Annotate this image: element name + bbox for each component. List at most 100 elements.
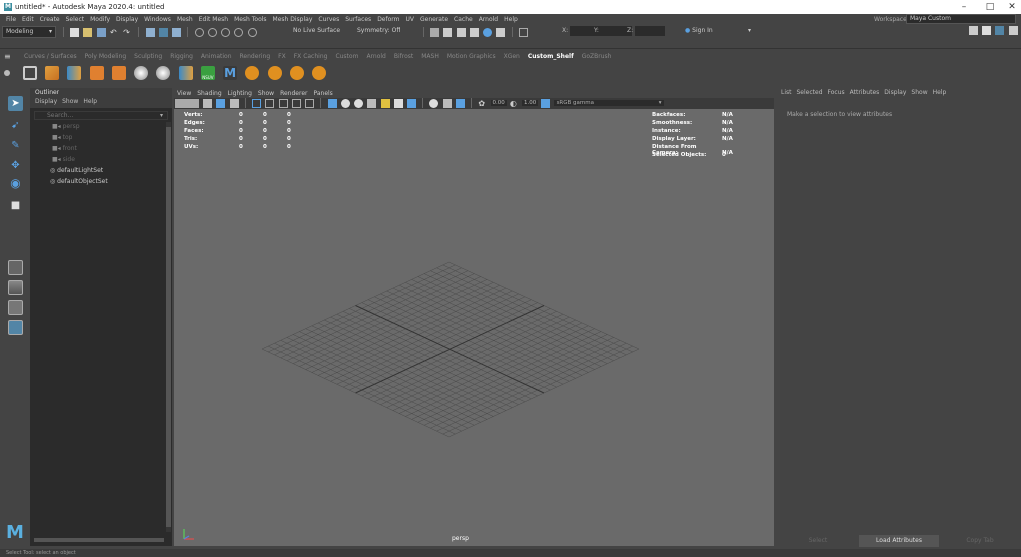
input-box-icon[interactable] xyxy=(518,27,528,37)
viewport-menu-view[interactable]: View xyxy=(174,88,194,98)
paint-select-icon[interactable]: ✎ xyxy=(8,138,23,153)
outliner-item-default-light-set[interactable]: ◎ defaultLightSet xyxy=(50,166,103,176)
xray-icon[interactable] xyxy=(429,98,439,108)
open-scene-icon[interactable] xyxy=(83,27,93,37)
single-perspective-layout-icon[interactable] xyxy=(8,260,23,275)
redo-icon[interactable]: ↷ xyxy=(123,28,132,37)
shelf-tab-sculpting[interactable]: Sculpting xyxy=(130,52,166,62)
shelf-menu-icon[interactable]: ≡ xyxy=(4,53,12,61)
mode-select[interactable]: Modeling ▾ xyxy=(2,26,56,38)
menu-mesh-tools[interactable]: Mesh Tools xyxy=(231,14,269,25)
shelf-tab-mash[interactable]: MASH xyxy=(417,52,443,62)
bevel-icon[interactable] xyxy=(45,66,60,80)
color-management-icon[interactable] xyxy=(541,98,551,108)
append-icon[interactable] xyxy=(111,66,126,80)
field-chart-icon[interactable] xyxy=(291,98,301,108)
isolate-select-icon[interactable] xyxy=(406,98,416,108)
outliner-menu-show[interactable]: Show xyxy=(62,98,83,105)
attr-menu-show[interactable]: Show xyxy=(911,89,932,96)
shelf-tab-custom[interactable]: Custom xyxy=(331,52,362,62)
image-plane-icon[interactable] xyxy=(216,98,226,108)
shelf-tab-rigging[interactable]: Rigging xyxy=(166,52,197,62)
smooth-icon[interactable] xyxy=(134,66,149,80)
outliner-scroll-thumb[interactable] xyxy=(166,127,171,527)
exposure-icon[interactable]: ✿ xyxy=(478,99,487,108)
modeling-toolkit-icon[interactable] xyxy=(969,26,978,35)
outliner-layout-icon[interactable] xyxy=(8,320,23,335)
move-tool-icon[interactable]: ✥ xyxy=(8,158,23,173)
wireframe-on-shaded-icon[interactable] xyxy=(354,98,364,108)
persp-outliner-layout-icon[interactable] xyxy=(8,300,23,315)
render-settings-icon[interactable] xyxy=(469,27,479,37)
attr-menu-focus[interactable]: Focus xyxy=(828,89,850,96)
outliner-menu-display[interactable]: Display xyxy=(35,98,62,105)
save-scene-icon[interactable] xyxy=(96,27,106,37)
shelf-tab-motion-graphics[interactable]: Motion Graphics xyxy=(443,52,500,62)
sphere-icon[interactable] xyxy=(267,66,282,80)
outliner-search-input[interactable]: Search... ▾ xyxy=(34,111,168,120)
menu-edit-mesh[interactable]: Edit Mesh xyxy=(196,14,231,25)
safe-action-icon[interactable] xyxy=(305,98,315,108)
outliner-item-side[interactable]: ■◂ side xyxy=(52,155,75,165)
torus-icon[interactable] xyxy=(289,66,304,80)
attr-menu-help[interactable]: Help xyxy=(933,89,947,96)
scale-tool-icon[interactable]: ■ xyxy=(8,198,23,213)
viewport-menu-renderer[interactable]: Renderer xyxy=(277,88,310,98)
lasso-tool-icon[interactable]: ➹ xyxy=(8,118,23,133)
grid-toggle-icon[interactable] xyxy=(229,98,239,108)
xray-joints-icon[interactable] xyxy=(442,98,452,108)
menu-modify[interactable]: Modify xyxy=(87,14,113,25)
menu-file[interactable]: File xyxy=(3,14,19,25)
cylinder-icon[interactable] xyxy=(245,66,260,80)
minimize-button[interactable]: – xyxy=(957,2,971,12)
attr-menu-display[interactable]: Display xyxy=(884,89,911,96)
snap-grid-icon[interactable] xyxy=(194,27,204,37)
extrude-icon[interactable] xyxy=(67,66,82,80)
bridge-icon[interactable] xyxy=(89,66,104,80)
menu-display[interactable]: Display xyxy=(113,14,141,25)
shelf-tab-gozbrush[interactable]: GoZBrush xyxy=(578,52,616,62)
viewport-menu-shading[interactable]: Shading xyxy=(194,88,224,98)
viewport-menu-show[interactable]: Show xyxy=(255,88,277,98)
character-controls-icon[interactable] xyxy=(982,26,992,35)
menu-help[interactable]: Help xyxy=(501,14,521,25)
snap-view-icon[interactable] xyxy=(234,27,244,37)
menu-mesh[interactable]: Mesh xyxy=(174,14,196,25)
menu-surfaces[interactable]: Surfaces xyxy=(342,14,374,25)
menu-create[interactable]: Create xyxy=(37,14,63,25)
outliner-item-persp[interactable]: ■◂ persp xyxy=(52,122,80,132)
history-icon[interactable] xyxy=(430,27,440,37)
menu-generate[interactable]: Generate xyxy=(417,14,451,25)
menu-curves[interactable]: Curves xyxy=(315,14,342,25)
shelf-tab-fx[interactable]: FX xyxy=(274,52,290,62)
outliner-item-front[interactable]: ■◂ front xyxy=(52,144,77,154)
shelf-tab-bifrost[interactable]: Bifrost xyxy=(390,52,417,62)
live-surface-label[interactable]: No Live Surface xyxy=(293,27,340,34)
outliner-menu-help[interactable]: Help xyxy=(83,98,97,105)
shelf-tab-fx-caching[interactable]: FX Caching xyxy=(290,52,332,62)
shelf-options-icon[interactable] xyxy=(4,70,10,76)
colorspace-select[interactable]: sRGB gamma ▾ xyxy=(553,100,664,106)
tool-settings-icon[interactable] xyxy=(1008,26,1018,35)
snap-surface-icon[interactable] xyxy=(247,27,257,37)
bookmark-icon[interactable] xyxy=(203,98,213,108)
shelf-tab-xgen[interactable]: XGen xyxy=(500,52,524,62)
menu-mesh-display[interactable]: Mesh Display xyxy=(270,14,316,25)
gamma-icon[interactable]: ◐ xyxy=(510,99,519,108)
attribute-editor-toggle-icon[interactable] xyxy=(995,26,1005,35)
select-button[interactable]: Select xyxy=(781,535,855,547)
wireframe-icon[interactable] xyxy=(327,98,337,108)
viewport-menu-lighting[interactable]: Lighting xyxy=(225,88,255,98)
gate-mask-icon[interactable] xyxy=(278,98,288,108)
film-gate-icon[interactable] xyxy=(252,98,262,108)
menu-edit[interactable]: Edit xyxy=(19,14,37,25)
menu-deform[interactable]: Deform xyxy=(374,14,402,25)
shelf-tab-animation[interactable]: Animation xyxy=(197,52,236,62)
outliner-vertical-scrollbar[interactable] xyxy=(166,122,171,532)
menu-cache[interactable]: Cache xyxy=(451,14,476,25)
exposure-field[interactable]: 0.00 xyxy=(490,100,507,106)
shadows-icon[interactable] xyxy=(393,98,403,108)
shelf-tab-arnold[interactable]: Arnold xyxy=(362,52,389,62)
select-object-icon[interactable] xyxy=(158,27,168,37)
gamma-field[interactable]: 1.00 xyxy=(522,100,539,106)
